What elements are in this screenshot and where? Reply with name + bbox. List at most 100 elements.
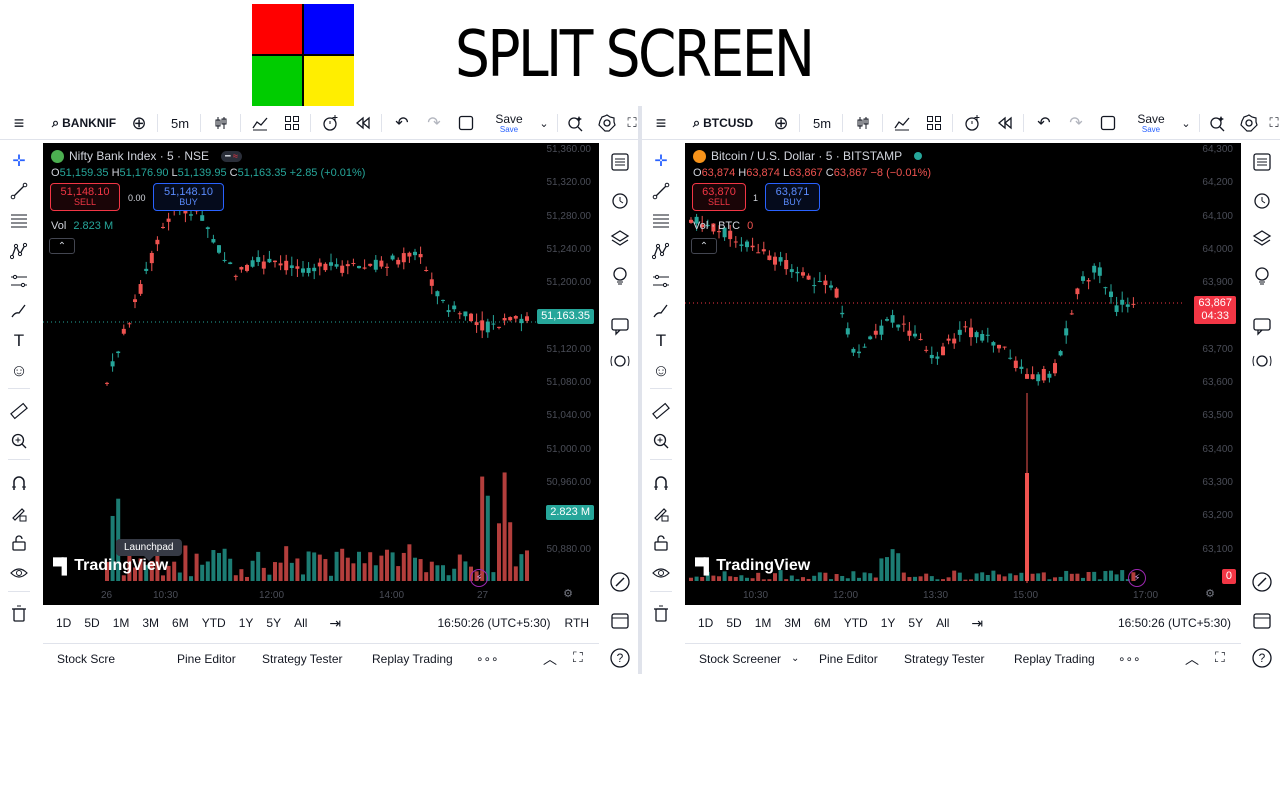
settings-gear-icon[interactable] [596, 106, 618, 140]
replay-icon[interactable] [352, 106, 374, 140]
text-tool-icon[interactable]: T [648, 329, 674, 353]
eye-hide-icon[interactable] [6, 561, 32, 585]
timeframe-3m[interactable]: 3M [142, 616, 159, 630]
market-status-icon[interactable]: ━ ≈ [221, 150, 242, 162]
magnet-icon[interactable] [6, 471, 32, 495]
clock-timezone[interactable]: 16:50:26 (UTC+5:30) [1118, 616, 1231, 630]
session-rth[interactable]: RTH [565, 616, 589, 630]
compass-icon[interactable] [607, 569, 633, 595]
timeframe-ytd[interactable]: YTD [202, 616, 226, 630]
panel-collapse-chevron-icon[interactable]: ︿ [1185, 649, 1199, 669]
timeframe-all[interactable]: All [936, 616, 949, 630]
save-button[interactable]: Save Save [488, 106, 530, 140]
stay-drawing-mode-icon[interactable] [6, 501, 32, 525]
tab-replay-trading[interactable]: Replay Trading [372, 652, 453, 666]
layout-square-icon[interactable] [455, 106, 477, 140]
save-button[interactable]: Save Save [1130, 106, 1172, 140]
brush-icon[interactable] [648, 299, 674, 323]
timeframe-5d[interactable]: 5D [84, 616, 99, 630]
emoji-icon[interactable]: ☺ [6, 359, 32, 383]
goto-date-icon[interactable]: ⇥ [329, 615, 341, 632]
timeframe-6m[interactable]: 6M [172, 616, 189, 630]
trend-line-icon[interactable] [648, 179, 674, 203]
tab-strategy-tester[interactable]: Strategy Tester [904, 652, 984, 666]
redo-icon[interactable]: ↷ [1065, 106, 1087, 140]
forecast-icon[interactable] [648, 269, 674, 293]
timeframe-1y[interactable]: 1Y [239, 616, 254, 630]
legend-collapse-chevron-icon[interactable]: ⌃ [49, 238, 75, 254]
fib-retracement-icon[interactable] [648, 209, 674, 233]
undo-icon[interactable]: ↶ [1033, 106, 1055, 140]
trend-line-icon[interactable] [6, 179, 32, 203]
lightning-icon[interactable]: ⚡ [470, 569, 488, 587]
tab-strategy-tester[interactable]: Strategy Tester [262, 652, 342, 666]
emoji-icon[interactable]: ☺ [648, 359, 674, 383]
clock-timezone[interactable]: 16:50:26 (UTC+5:30) [437, 616, 550, 630]
tab-pine-editor[interactable]: Pine Editor [819, 652, 878, 666]
help-icon[interactable]: ? [607, 645, 633, 671]
timeframe-1y[interactable]: 1Y [881, 616, 896, 630]
eye-hide-icon[interactable] [648, 561, 674, 585]
watchlist-icon[interactable] [607, 149, 633, 175]
templates-grid-icon[interactable] [923, 106, 945, 140]
replay-icon[interactable] [994, 106, 1016, 140]
panel-collapse-chevron-icon[interactable]: ︿ [543, 649, 557, 669]
settings-gear-icon[interactable] [1238, 106, 1260, 140]
layers-icon[interactable] [1249, 225, 1275, 251]
alarm-clock-icon[interactable] [607, 187, 633, 213]
chat-icon[interactable] [607, 313, 633, 339]
crosshair-icon[interactable]: ✛ [6, 149, 32, 173]
zoom-in-icon[interactable] [6, 429, 32, 453]
more-tabs-icon[interactable]: ∘∘∘ [476, 652, 499, 666]
zoom-in-icon[interactable] [648, 429, 674, 453]
sell-button[interactable]: 63,870 SELL [692, 183, 746, 211]
tab-pine-editor[interactable]: Pine Editor [177, 652, 236, 666]
alert-add-icon[interactable] [319, 106, 343, 140]
compare-plus-icon[interactable]: ⊕ [128, 106, 150, 140]
brush-icon[interactable] [6, 299, 32, 323]
pattern-icon[interactable] [648, 239, 674, 263]
legend-collapse-chevron-icon[interactable]: ⌃ [691, 238, 717, 254]
indicators-icon[interactable] [249, 106, 271, 140]
ideas-bulb-icon[interactable] [607, 263, 633, 289]
lock-icon[interactable] [6, 531, 32, 555]
alarm-clock-icon[interactable] [1249, 187, 1275, 213]
fullscreen-icon[interactable]: ⛶ [626, 106, 638, 140]
market-open-dot-icon[interactable] [914, 152, 923, 160]
timeframe-1d[interactable]: 1D [56, 616, 71, 630]
tradingview-logo[interactable]: ▀▌ TradingView [695, 557, 810, 575]
timeframe-1d[interactable]: 1D [698, 616, 713, 630]
trash-icon[interactable] [648, 601, 674, 625]
lock-icon[interactable] [648, 531, 674, 555]
more-tabs-icon[interactable]: ∘∘∘ [1118, 652, 1141, 666]
compare-plus-icon[interactable]: ⊕ [770, 106, 792, 140]
save-dropdown-chevron-icon[interactable]: ⌄ [1178, 106, 1194, 140]
crosshair-icon[interactable]: ✛ [648, 149, 674, 173]
save-dropdown-chevron-icon[interactable]: ⌄ [536, 106, 552, 140]
calendar-icon[interactable] [607, 607, 633, 633]
magnet-icon[interactable] [648, 471, 674, 495]
symbol-search-button[interactable]: ⌕ BTCUSD [688, 106, 758, 140]
alert-add-icon[interactable] [961, 106, 985, 140]
signals-bulb-icon[interactable] [1249, 349, 1275, 375]
axis-settings-gear-icon[interactable]: ⚙ [563, 587, 573, 600]
candles-style-icon[interactable] [852, 106, 874, 140]
tab-replay-trading[interactable]: Replay Trading [1014, 652, 1095, 666]
timeframe-1m[interactable]: 1M [113, 616, 130, 630]
timeframe-1m[interactable]: 1M [755, 616, 772, 630]
timeframe-5y[interactable]: 5Y [266, 616, 281, 630]
symbol-search-button[interactable]: ⌕ BANKNIF [46, 106, 122, 140]
calendar-icon[interactable] [1249, 607, 1275, 633]
quick-search-icon[interactable] [1206, 106, 1230, 140]
ideas-bulb-icon[interactable] [1249, 263, 1275, 289]
timeframe-5y[interactable]: 5Y [908, 616, 923, 630]
quick-search-icon[interactable] [564, 106, 588, 140]
fullscreen-icon[interactable]: ⛶ [1268, 106, 1280, 140]
indicators-icon[interactable] [891, 106, 913, 140]
ruler-icon[interactable] [6, 399, 32, 423]
lightning-icon[interactable]: ⚡ [1128, 569, 1146, 587]
fib-retracement-icon[interactable] [6, 209, 32, 233]
price-chart[interactable]: Nifty Bank Index · 5 · NSE ━ ≈ O51,159.3… [43, 143, 599, 605]
timeframe-6m[interactable]: 6M [814, 616, 831, 630]
pattern-icon[interactable] [6, 239, 32, 263]
